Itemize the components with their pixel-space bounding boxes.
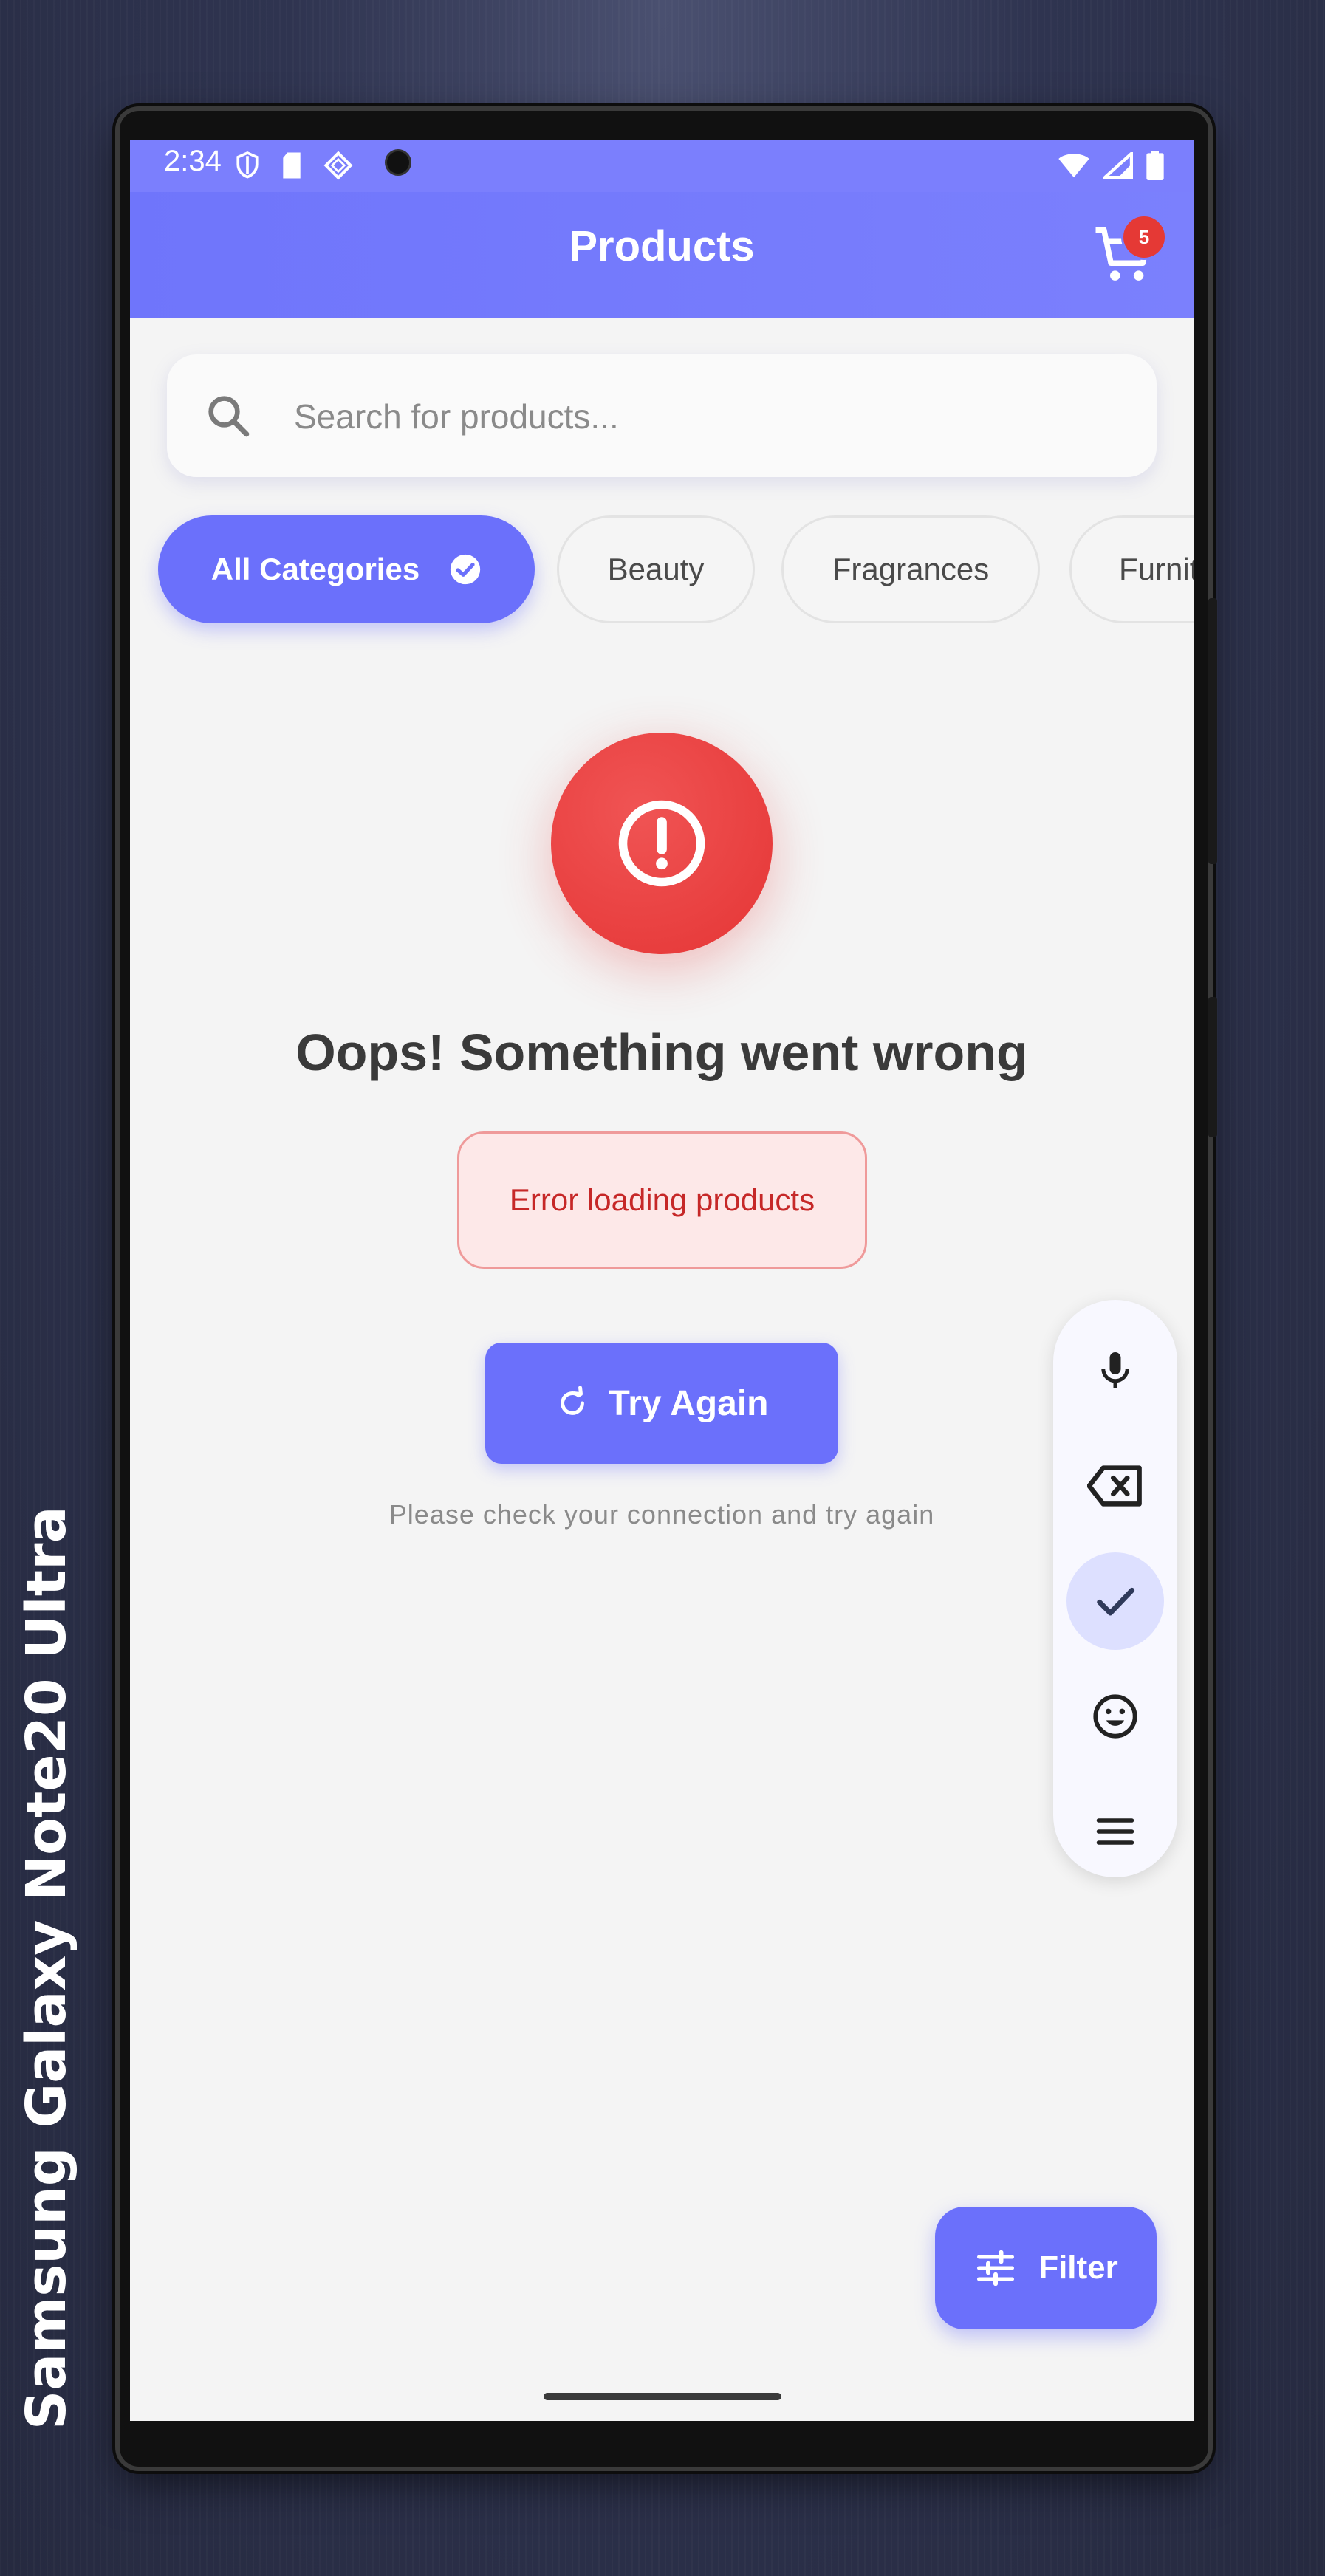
connection-hint: Please check your connection and try aga… <box>388 1499 935 1530</box>
menu-icon <box>1096 1818 1134 1845</box>
check-icon <box>1097 1587 1135 1616</box>
check-circle-icon <box>451 554 481 585</box>
category-chip-fragrances[interactable]: Fragrances <box>781 515 1040 623</box>
cart-count-badge: 5 <box>1121 214 1167 260</box>
category-chip-beauty[interactable]: Beauty <box>557 515 755 623</box>
sd-card-icon <box>283 152 301 179</box>
battery-icon <box>1146 151 1164 180</box>
check-button[interactable] <box>1066 1552 1164 1650</box>
filter-button[interactable]: Filter <box>935 2207 1157 2329</box>
emoji-button[interactable] <box>1066 1668 1164 1765</box>
status-time: 2:34 <box>164 145 222 177</box>
front-camera <box>385 149 411 176</box>
home-indicator <box>544 2393 781 2400</box>
category-chip-label: Fragrances <box>832 552 990 586</box>
app-bar: Products 5 <box>130 192 1194 318</box>
wifi-icon <box>1058 154 1089 178</box>
emoji-icon <box>1093 1694 1137 1739</box>
try-again-button[interactable]: Try Again <box>485 1343 838 1464</box>
category-chip-label: Beauty <box>607 552 705 586</box>
backspace-button[interactable] <box>1066 1437 1164 1535</box>
category-chips: All Categories Beauty Fragrances Furnit <box>130 515 1194 626</box>
category-chip-label: Furnit <box>1119 552 1194 586</box>
mic-icon <box>1101 1352 1129 1388</box>
error-message: Error loading products <box>457 1131 867 1269</box>
error-title: Oops! Something went wrong <box>295 1024 1028 1081</box>
backspace-icon <box>1087 1465 1142 1507</box>
try-again-label: Try Again <box>608 1383 769 1423</box>
tune-icon <box>977 2250 1015 2286</box>
device-label: Samsung Galaxy Note20 Ultra <box>15 1506 78 2430</box>
refresh-icon <box>560 1386 584 1415</box>
search-icon <box>208 396 250 437</box>
power-button <box>1208 997 1217 1137</box>
page-title: Products <box>569 222 755 270</box>
signal-icon <box>1103 152 1133 179</box>
menu-button[interactable] <box>1066 1783 1164 1880</box>
app-screen: 2:34 Products 5 All Categories Beauty <box>130 140 1194 2421</box>
category-chip-furniture[interactable]: Furnit <box>1069 515 1194 623</box>
category-chip-label: All Categories <box>210 552 420 586</box>
search-bar[interactable] <box>167 354 1157 477</box>
search-input[interactable] <box>292 384 1108 449</box>
category-chip-all[interactable]: All Categories <box>158 515 535 623</box>
diamond-icon <box>323 151 353 180</box>
filter-label: Filter <box>1038 2250 1118 2286</box>
error-icon-circle <box>551 733 773 954</box>
keyboard-toolbar <box>1053 1300 1177 1877</box>
status-bar: 2:34 <box>130 140 1194 192</box>
error-icon <box>618 800 705 887</box>
shield-icon <box>236 151 259 179</box>
volume-button <box>1208 598 1217 864</box>
mic-button[interactable] <box>1066 1322 1164 1419</box>
